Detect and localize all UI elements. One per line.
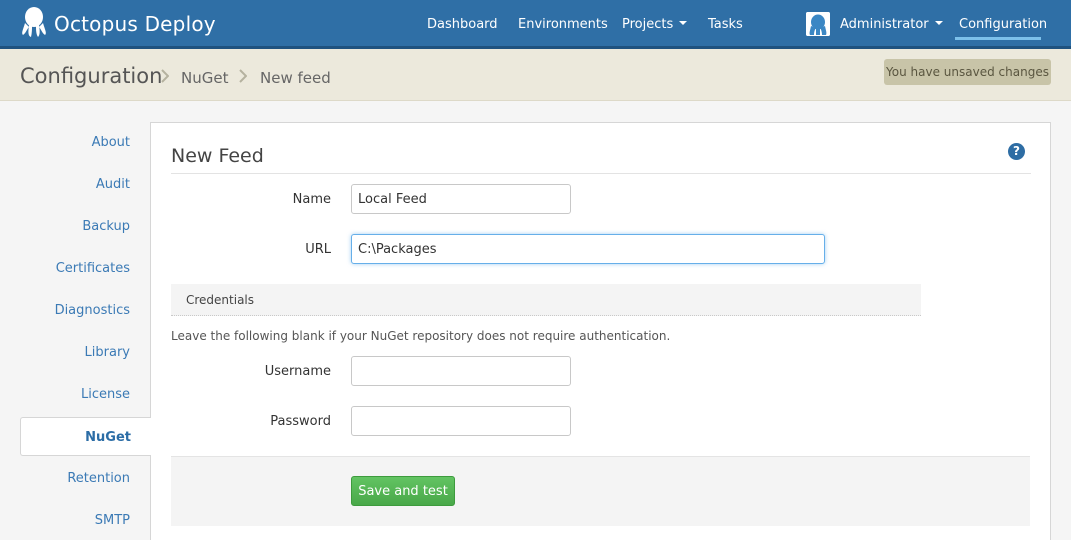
sidebar-item-retention[interactable]: Retention <box>67 471 130 486</box>
chevron-right-icon <box>161 69 170 83</box>
top-navbar: Octopus Deploy Dashboard Environments Pr… <box>0 0 1071 49</box>
nav-projects-label: Projects <box>622 17 674 32</box>
nav-projects[interactable]: Projects <box>622 17 688 32</box>
username-label: Username <box>264 364 331 379</box>
help-icon[interactable]: ? <box>1008 143 1025 160</box>
nav-dashboard[interactable]: Dashboard <box>427 17 498 32</box>
name-input[interactable] <box>351 184 571 214</box>
user-name: Administrator <box>840 17 929 32</box>
sidebar-item-backup[interactable]: Backup <box>82 219 130 234</box>
sidebar-item-diagnostics[interactable]: Diagnostics <box>55 303 130 318</box>
unsaved-changes-badge: You have unsaved changes <box>884 59 1051 85</box>
sidebar-item-library[interactable]: Library <box>85 345 130 360</box>
sidebar-item-about[interactable]: About <box>92 135 130 150</box>
url-label: URL <box>305 242 331 257</box>
credentials-section-header: Credentials <box>171 284 921 316</box>
title-divider <box>171 173 1031 174</box>
breadcrumb-current: New feed <box>260 69 331 87</box>
sidebar-item-license[interactable]: License <box>81 387 130 402</box>
credentials-heading: Credentials <box>186 293 255 307</box>
caret-down-icon <box>679 21 688 25</box>
save-and-test-button[interactable]: Save and test <box>351 476 455 506</box>
name-label: Name <box>292 192 331 207</box>
nav-environments[interactable]: Environments <box>518 17 608 32</box>
nav-active-indicator <box>955 37 1041 40</box>
user-menu[interactable]: Administrator <box>840 17 943 32</box>
url-input[interactable] <box>351 234 825 264</box>
password-input[interactable] <box>351 406 571 436</box>
sidebar-item-smtp[interactable]: SMTP <box>95 513 130 528</box>
octopus-logo-icon <box>20 6 48 42</box>
form-actions <box>171 456 1030 526</box>
chevron-right-icon <box>239 69 248 83</box>
nav-tasks[interactable]: Tasks <box>708 17 743 32</box>
username-input[interactable] <box>351 356 571 386</box>
nav-configuration[interactable]: Configuration <box>959 17 1047 32</box>
breadcrumb-section[interactable]: NuGet <box>181 69 228 87</box>
password-label: Password <box>270 414 331 429</box>
breadcrumb-root[interactable]: Configuration <box>20 64 162 88</box>
octopus-avatar-icon[interactable] <box>806 12 830 36</box>
sidebar-item-certificates[interactable]: Certificates <box>56 261 130 276</box>
brand-name: Octopus Deploy <box>54 12 216 36</box>
credentials-help-text: Leave the following blank if your NuGet … <box>171 329 671 343</box>
sidebar-item-label: NuGet <box>85 430 131 445</box>
caret-down-icon <box>934 21 943 25</box>
sidebar-item-nuget[interactable]: NuGet <box>20 417 151 456</box>
page-title: New Feed <box>171 145 264 167</box>
sidebar-item-audit[interactable]: Audit <box>96 177 130 192</box>
brand[interactable]: Octopus Deploy <box>20 6 216 42</box>
